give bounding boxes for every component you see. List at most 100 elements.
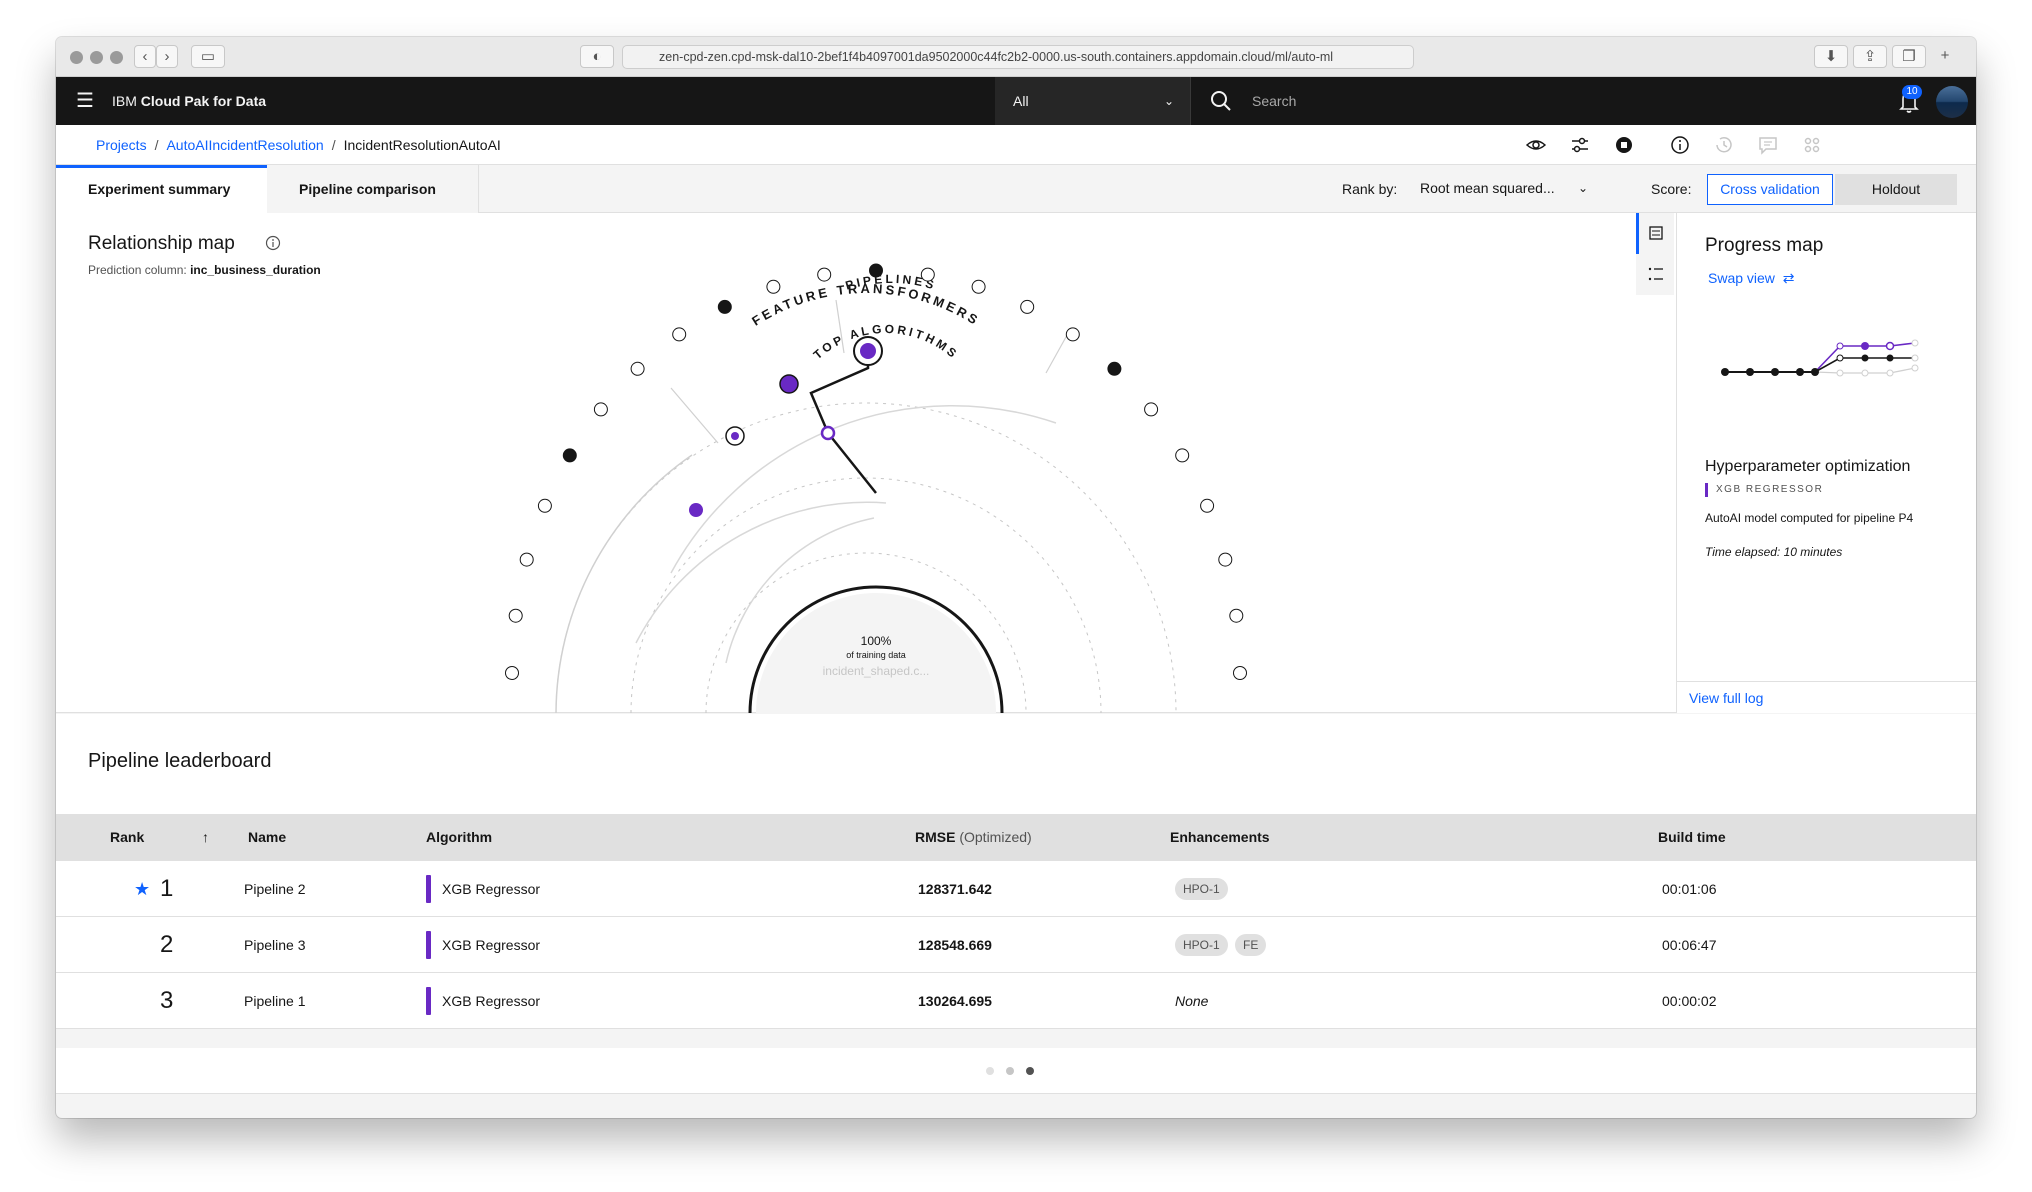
search-placeholder: Search bbox=[1252, 93, 1297, 109]
feature-transformer-node[interactable] bbox=[1200, 498, 1215, 513]
user-avatar[interactable] bbox=[1936, 86, 1968, 118]
feature-transformer-node[interactable] bbox=[505, 666, 519, 680]
leaderboard-header-area bbox=[56, 714, 1976, 814]
product-name[interactable]: IBM Cloud Pak for Data bbox=[112, 77, 266, 125]
feature-transformer-node[interactable] bbox=[1065, 327, 1080, 342]
search-input[interactable]: Search bbox=[1192, 77, 1868, 125]
feature-transformer-node[interactable] bbox=[1229, 608, 1244, 623]
page-dot[interactable] bbox=[986, 1067, 994, 1075]
metric-column-header[interactable]: RMSE (Optimized) bbox=[915, 814, 1032, 861]
search-scope-dropdown[interactable]: All ⌄ bbox=[995, 77, 1191, 125]
pipeline-node[interactable] bbox=[731, 432, 739, 440]
algorithm-node[interactable] bbox=[820, 425, 836, 441]
algorithm-name: XGB Regressor bbox=[442, 937, 541, 953]
minimize-window-button[interactable] bbox=[90, 51, 103, 64]
information-icon[interactable] bbox=[1668, 133, 1692, 157]
enhancements-column-header[interactable]: Enhancements bbox=[1170, 814, 1270, 861]
pipeline-name[interactable]: Pipeline 2 bbox=[244, 861, 306, 917]
feature-transformer-node[interactable] bbox=[630, 361, 645, 376]
table-row[interactable]: 3 Pipeline 1 XGB Regressor 130264.695 No… bbox=[56, 973, 1976, 1029]
data-icon[interactable] bbox=[1800, 133, 1824, 157]
breadcrumb-projects[interactable]: Projects bbox=[96, 137, 147, 153]
stage-description: AutoAI model computed for pipeline P4 bbox=[1705, 511, 1914, 525]
hamburger-menu-icon[interactable]: ☰ bbox=[69, 85, 101, 117]
feature-transformer-node[interactable] bbox=[1144, 402, 1159, 417]
feature-transformer-node[interactable] bbox=[971, 279, 986, 294]
algorithm-color-bar bbox=[426, 931, 431, 959]
feature-transformer-node[interactable] bbox=[537, 498, 552, 513]
feature-transformer-node[interactable] bbox=[672, 327, 687, 342]
view-icon[interactable] bbox=[1524, 133, 1548, 157]
list-view-icon[interactable] bbox=[1636, 213, 1674, 254]
pipeline-node[interactable] bbox=[689, 503, 703, 517]
browser-toolbar: ‹ › ▭ ◐ zen-cpd-zen.cpd-msk-dal10-2bef1f… bbox=[56, 37, 1976, 77]
stop-icon[interactable] bbox=[1612, 133, 1636, 157]
feature-transformer-node[interactable] bbox=[508, 608, 523, 623]
training-data-file: incident_shaped.c... bbox=[823, 664, 930, 678]
feature-transformer-node[interactable] bbox=[869, 263, 883, 278]
close-window-button[interactable] bbox=[70, 51, 83, 64]
pipeline-name[interactable]: Pipeline 1 bbox=[244, 973, 306, 1029]
breadcrumb-separator: / bbox=[331, 137, 336, 153]
bullet-list-icon[interactable] bbox=[1636, 254, 1674, 295]
table-row[interactable]: ★ 1 Pipeline 2 XGB Regressor 128371.642 … bbox=[56, 861, 1976, 917]
settings-sliders-icon[interactable] bbox=[1568, 133, 1592, 157]
pipeline-name[interactable]: Pipeline 3 bbox=[244, 917, 306, 973]
feature-transformer-node[interactable] bbox=[1020, 299, 1035, 314]
build-time-column-header[interactable]: Build time bbox=[1658, 814, 1726, 861]
algorithm-color-bar bbox=[426, 987, 431, 1015]
feature-transformer-node[interactable] bbox=[766, 279, 781, 294]
pipeline-node[interactable] bbox=[860, 343, 876, 359]
build-time: 00:00:02 bbox=[1662, 993, 1717, 1009]
page-dot[interactable] bbox=[1006, 1067, 1014, 1075]
zoom-window-button[interactable] bbox=[110, 51, 123, 64]
shield-icon[interactable]: ◐ bbox=[580, 45, 614, 68]
pipeline-node[interactable] bbox=[779, 374, 799, 394]
search-icon bbox=[1211, 91, 1231, 111]
share-icon[interactable]: ⇪ bbox=[1853, 45, 1887, 68]
tab-experiment-summary[interactable]: Experiment summary bbox=[56, 165, 267, 213]
view-full-log-link[interactable]: View full log bbox=[1677, 681, 1976, 713]
tabs-icon[interactable]: ❐ bbox=[1892, 45, 1926, 68]
forward-icon[interactable]: › bbox=[156, 45, 178, 68]
notification-count-badge: 10 bbox=[1902, 85, 1922, 99]
sidebar-icon[interactable]: ▭ bbox=[191, 45, 225, 68]
swap-view-link[interactable]: Swap view ⇄ bbox=[1708, 270, 1794, 287]
tab-pipeline-comparison[interactable]: Pipeline comparison bbox=[267, 165, 479, 213]
progress-map-graph[interactable] bbox=[1705, 333, 1945, 403]
feature-transformer-node[interactable] bbox=[1107, 361, 1122, 376]
feature-transformer-node[interactable] bbox=[817, 267, 832, 282]
rank-by-value: Root mean squared... bbox=[1420, 180, 1555, 196]
comment-icon[interactable] bbox=[1756, 133, 1780, 157]
feature-transformer-node[interactable] bbox=[1175, 448, 1190, 463]
connector-line bbox=[670, 387, 719, 444]
feature-transformer-node[interactable] bbox=[562, 448, 577, 463]
rank-by-dropdown[interactable]: Root mean squared... ⌄ bbox=[1420, 165, 1588, 211]
relationship-map[interactable]: FEATURE TRANSFORMERS PIPELINES TOP ALGOR… bbox=[456, 243, 1296, 713]
history-icon[interactable] bbox=[1712, 133, 1736, 157]
feature-transformer-node[interactable] bbox=[1218, 552, 1233, 567]
download-icon[interactable]: ⬇ bbox=[1814, 45, 1848, 68]
chevron-down-icon: ⌄ bbox=[1163, 94, 1174, 108]
feature-transformer-node[interactable] bbox=[920, 267, 935, 282]
time-elapsed: Time elapsed: 10 minutes bbox=[1705, 545, 1843, 559]
table-row[interactable]: 2 Pipeline 3 XGB Regressor 128548.669 HP… bbox=[56, 917, 1976, 973]
information-icon[interactable] bbox=[265, 235, 281, 251]
page-dot-current[interactable] bbox=[1026, 1067, 1034, 1075]
feature-transformer-node[interactable] bbox=[1233, 666, 1247, 680]
enhancement-tag: HPO-1 bbox=[1175, 878, 1228, 900]
rank-column-header[interactable]: Rank bbox=[110, 814, 144, 861]
enhancement-tag: FE bbox=[1235, 934, 1267, 956]
address-bar[interactable]: zen-cpd-zen.cpd-msk-dal10-2bef1f4b409700… bbox=[622, 45, 1414, 69]
name-column-header[interactable]: Name bbox=[248, 814, 286, 861]
back-icon[interactable]: ‹ bbox=[134, 45, 156, 68]
cross-validation-button[interactable]: Cross validation bbox=[1707, 174, 1833, 205]
feature-transformer-node[interactable] bbox=[593, 402, 608, 417]
breadcrumb-project[interactable]: AutoAIIncidentResolution bbox=[166, 137, 323, 153]
sort-arrow-icon[interactable]: ↑ bbox=[202, 814, 209, 861]
feature-transformer-node[interactable] bbox=[717, 299, 732, 314]
algorithm-column-header[interactable]: Algorithm bbox=[426, 814, 492, 861]
holdout-button[interactable]: Holdout bbox=[1835, 174, 1957, 205]
feature-transformer-node[interactable] bbox=[519, 552, 534, 567]
new-tab-icon[interactable]: + bbox=[1932, 45, 1958, 68]
